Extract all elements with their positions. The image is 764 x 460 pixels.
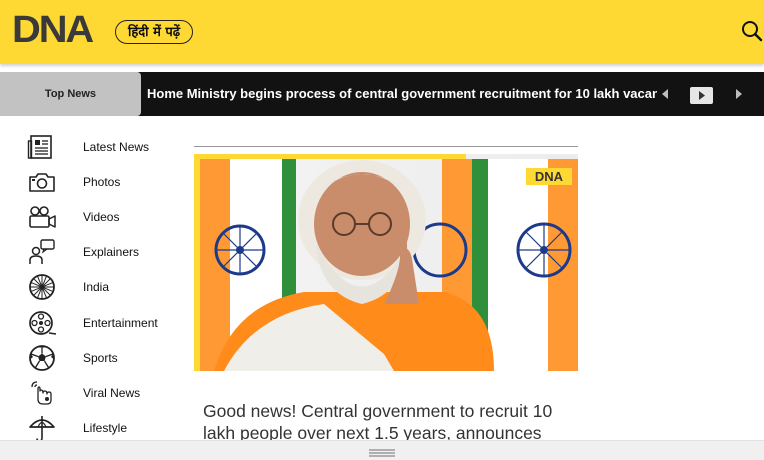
section-divider	[194, 146, 578, 147]
search-icon[interactable]	[741, 20, 763, 42]
sidebar-item-label: Explainers	[83, 245, 140, 259]
camera-icon	[29, 173, 55, 192]
sidebar-item-entertainment[interactable]: Entertainment	[0, 306, 180, 340]
sidebar-item-label: Viral News	[83, 386, 141, 400]
site-header: DNA हिंदी में पढ़ें	[0, 0, 764, 64]
sidebar-item-label: Videos	[83, 210, 120, 224]
play-icon	[699, 91, 705, 100]
newspaper-icon	[27, 135, 52, 159]
ashoka-chakra-icon	[29, 274, 55, 300]
hindi-language-button[interactable]: हिंदी में पढ़ें	[115, 20, 194, 44]
sidebar-item-label: India	[83, 280, 110, 294]
video-camera-icon	[29, 206, 56, 228]
hero-photo	[194, 154, 578, 371]
sidebar-item-label: Sports	[83, 351, 118, 365]
sidebar-item-latest-news[interactable]: Latest News	[0, 130, 180, 164]
top-news-label: Top News	[0, 72, 141, 116]
sidebar-item-explainers[interactable]: Explainers	[0, 235, 180, 269]
article-hero-image[interactable]	[194, 154, 578, 371]
ticker-headline[interactable]: Home Ministry begins process of central …	[147, 72, 657, 116]
article-headline[interactable]: Good news! Central government to recruit…	[203, 400, 573, 444]
explainer-icon	[29, 239, 55, 264]
top-news-ticker: Top News Home Ministry begins process of…	[0, 72, 764, 116]
sidebar-item-label: Entertainment	[83, 316, 158, 330]
sidebar-item-label: Photos	[83, 175, 121, 189]
dna-logo[interactable]: DNA	[12, 10, 94, 50]
film-reel-icon	[29, 311, 57, 335]
sidebar-item-sports[interactable]: Sports	[0, 341, 180, 375]
bottom-drawer-bar[interactable]	[0, 440, 764, 460]
sidebar-item-india[interactable]: India	[0, 270, 180, 304]
sidebar-item-videos[interactable]: Videos	[0, 200, 180, 234]
sidebar-item-photos[interactable]: Photos	[0, 165, 180, 199]
play-button[interactable]	[690, 87, 713, 104]
chevron-left-icon[interactable]	[660, 88, 670, 100]
chevron-right-icon[interactable]	[734, 88, 744, 100]
football-icon	[29, 345, 55, 371]
drag-handle-icon[interactable]	[369, 449, 395, 457]
viral-icon	[31, 381, 52, 405]
sidebar-item-label: Latest News	[83, 140, 150, 154]
umbrella-icon	[29, 416, 55, 442]
dna-badge: DNA	[526, 168, 572, 185]
sidebar-item-viral-news[interactable]: Viral News	[0, 376, 180, 410]
